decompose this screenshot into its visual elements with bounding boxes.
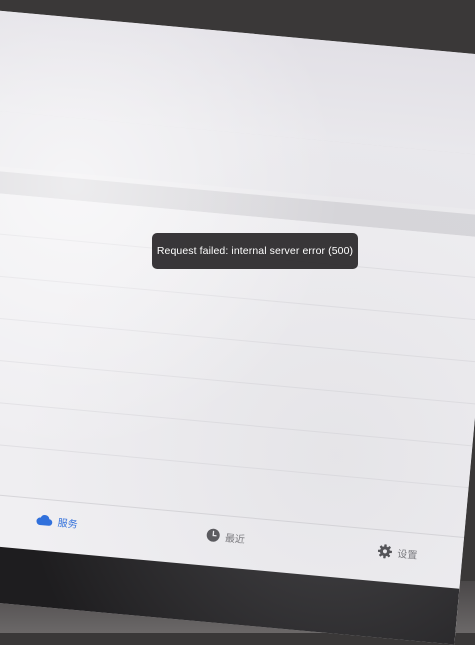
toast-message: Request failed: internal server error (5…	[156, 245, 354, 257]
list-separator	[0, 396, 473, 447]
tab-services[interactable]: 服务	[35, 509, 79, 533]
clock-icon	[206, 528, 221, 543]
list-separator	[0, 438, 469, 489]
tab-label: 设置	[396, 548, 418, 562]
list-separator	[0, 312, 475, 363]
list-separator	[0, 354, 475, 405]
tab-settings[interactable]: 设置	[377, 540, 419, 564]
device-screen: 服务 最近 设置	[0, 8, 475, 645]
list-separator	[0, 270, 475, 321]
tab-label: 服务	[57, 517, 79, 531]
tab-recent[interactable]: 最近	[205, 525, 246, 548]
gear-icon	[377, 543, 393, 559]
error-toast: Request failed: internal server error (5…	[152, 233, 358, 269]
cloud-icon	[35, 513, 53, 526]
tab-label: 最近	[224, 532, 246, 546]
